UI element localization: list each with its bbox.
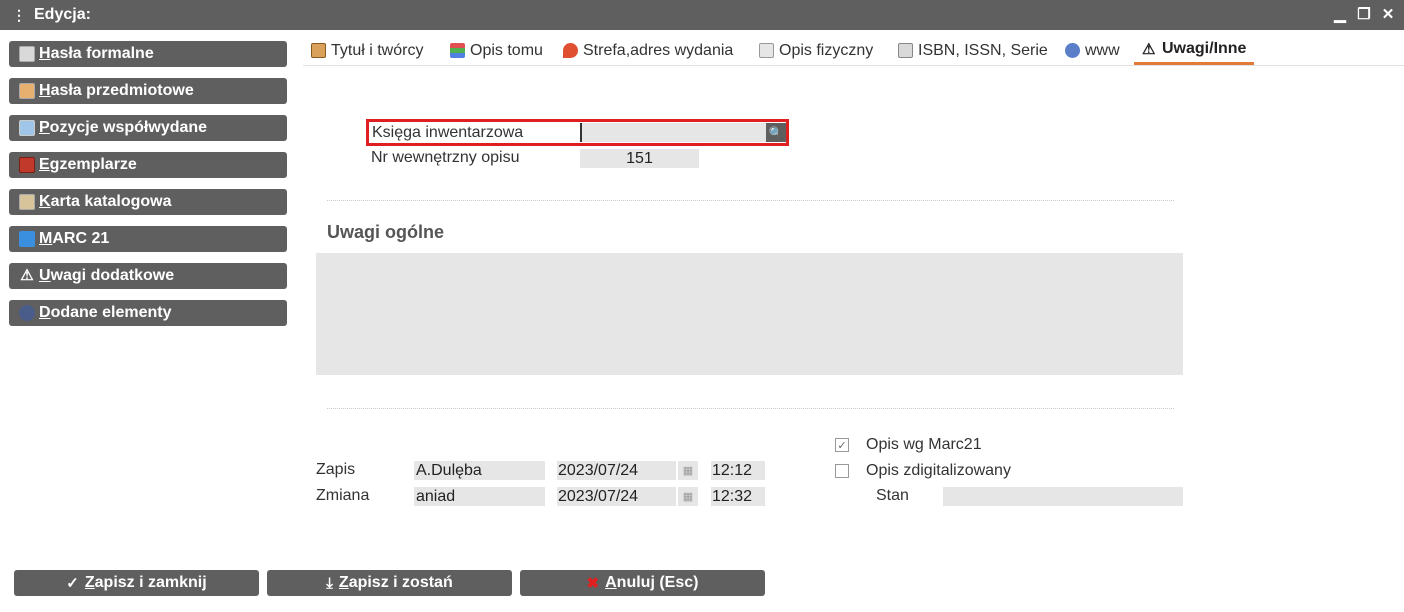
zapis-time-field[interactable]: 12:12: [711, 461, 765, 480]
tab-label: Opis tomu: [470, 41, 543, 59]
restore-icon[interactable]: ❐: [1356, 5, 1372, 23]
sidebar-item-uwagi-dodatkowe[interactable]: ⚠ Uwagi dodatkowe: [9, 263, 287, 289]
window-title: Edycja:: [34, 6, 91, 23]
tab-label: ISBN, ISSN, Serie: [918, 41, 1048, 59]
tab-label: Uwagi/Inne: [1162, 40, 1247, 57]
checkmark-icon: ✓: [66, 575, 79, 592]
tab-bar: Tytuł i twórcy Opis tomu Strefa,adres wy…: [303, 36, 1404, 66]
zmiana-label: Zmiana: [316, 487, 370, 504]
window-controls: ▁ ❐ ✕: [1332, 5, 1396, 23]
tab-strefa-adres-wydania[interactable]: Strefa,adres wydania: [563, 36, 733, 65]
tab-tytul-i-tworcy[interactable]: Tytuł i twórcy: [311, 36, 423, 65]
sidebar-item-hasla-formalne[interactable]: Hasła formalne: [9, 41, 287, 67]
sidebar-item-label: Uwagi dodatkowe: [39, 267, 175, 284]
calendar-icon[interactable]: ▦: [678, 461, 698, 480]
divider: [327, 200, 1174, 201]
save-stay-label: Zapisz i zostań: [338, 574, 453, 591]
tab-opis-fizyczny[interactable]: Opis fizyczny: [759, 36, 873, 65]
books-stack-icon: [450, 43, 465, 58]
red-book-icon: [19, 157, 35, 173]
cancel-button[interactable]: ✖ Anuluj (Esc): [520, 570, 765, 596]
opis-marc21-label: Opis wg Marc21: [866, 436, 982, 453]
cancel-x-icon: ✖: [586, 575, 600, 592]
book-icon: [898, 43, 913, 58]
tab-label: www: [1085, 41, 1120, 59]
uwagi-ogolne-textarea[interactable]: [316, 253, 1183, 375]
zapis-date-field[interactable]: 2023/07/24: [557, 461, 676, 480]
ksiega-inwentarzowa-input[interactable]: [580, 123, 766, 142]
save-close-button[interactable]: ✓ Zapisz i zamknij: [14, 570, 259, 596]
sidebar-item-hasla-przedmiotowe[interactable]: Hasła przedmiotowe: [9, 78, 287, 104]
sidebar-item-dodane-elementy[interactable]: Dodane elementy: [9, 300, 287, 326]
tab-label: Opis fizyczny: [779, 41, 874, 59]
tab-uwagi-inne[interactable]: ⚠ Uwagi/Inne: [1134, 36, 1255, 65]
zmiana-date-field[interactable]: 2023/07/24: [557, 487, 676, 506]
sidebar-item-label: MARC 21: [39, 230, 110, 247]
minimize-icon[interactable]: ▁: [1332, 5, 1348, 23]
window-menu-icon[interactable]: ⋮: [12, 7, 26, 24]
zmiana-user-field[interactable]: aniad: [414, 487, 545, 506]
sidebar-item-egzemplarze[interactable]: Egzemplarze: [9, 152, 287, 178]
zapis-label: Zapis: [316, 461, 356, 478]
zmiana-time-field[interactable]: 12:32: [711, 487, 765, 506]
close-icon[interactable]: ✕: [1380, 5, 1396, 23]
uwagi-ogolne-title: Uwagi ogólne: [327, 222, 444, 242]
tab-isbn-issn-serie[interactable]: ISBN, ISSN, Serie: [898, 36, 1048, 65]
book-icon: [19, 83, 35, 99]
sidebar-item-label: Pozycje współwydane: [39, 119, 208, 136]
document-icon: [759, 43, 774, 58]
sidebar-item-label: Karta katalogowa: [39, 193, 172, 210]
ksiega-inwentarzowa-label: Księga inwentarzowa: [372, 124, 524, 141]
marc-icon: [19, 231, 35, 247]
stan-field[interactable]: [943, 487, 1183, 506]
save-stay-button[interactable]: ⤓ Zapisz i zostań: [267, 570, 512, 596]
opis-marc21-checkbox[interactable]: ✓: [835, 438, 849, 452]
map-icon: [19, 120, 35, 136]
zapis-user-field[interactable]: A.Dulęba: [414, 461, 545, 480]
sidebar-item-label: Dodane elementy: [39, 304, 172, 321]
sidebar-item-karta-katalogowa[interactable]: Karta katalogowa: [9, 189, 287, 215]
window-titlebar: ⋮ Edycja: ▁ ❐ ✕: [0, 0, 1404, 30]
globe-icon: [1065, 43, 1080, 58]
sidebar-item-label: Hasła przedmiotowe: [39, 82, 194, 99]
sidebar: Hasła formalne Hasła przedmiotowe Pozycj…: [9, 41, 287, 337]
location-icon: [563, 43, 578, 58]
book-icon: [19, 46, 35, 62]
sidebar-item-pozycje-wspolwydane[interactable]: Pozycje współwydane: [9, 115, 287, 141]
calendar-icon[interactable]: ▦: [678, 487, 698, 506]
tab-opis-tomu[interactable]: Opis tomu: [450, 36, 543, 65]
opis-zdigitalizowany-checkbox[interactable]: [835, 464, 849, 478]
ksiega-inwentarzowa-row: Księga inwentarzowa 🔍: [366, 119, 789, 146]
tab-label: Tytuł i twórcy: [331, 41, 424, 59]
warning-icon: ⚠: [20, 267, 34, 284]
card-icon: [19, 194, 35, 210]
sidebar-item-marc21[interactable]: MARC 21: [9, 226, 287, 252]
tab-www[interactable]: www: [1065, 36, 1120, 65]
search-icon[interactable]: 🔍: [766, 123, 786, 142]
opis-zdigitalizowany-label: Opis zdigitalizowany: [866, 462, 1011, 479]
download-icon: ⤓: [326, 574, 333, 592]
stan-label: Stan: [876, 487, 909, 504]
divider: [327, 408, 1174, 409]
warning-icon: ⚠: [1142, 40, 1156, 58]
nr-wewnetrzny-value: 151: [580, 149, 699, 168]
cancel-label: Anuluj (Esc): [605, 574, 699, 591]
sidebar-item-label: Hasła formalne: [39, 45, 154, 62]
save-close-label: Zapisz i zamknij: [84, 574, 207, 591]
disc-icon: [19, 305, 35, 321]
tab-label: Strefa,adres wydania: [583, 41, 734, 59]
sidebar-item-label: Egzemplarze: [39, 156, 137, 173]
book-icon: [311, 43, 326, 58]
nr-wewnetrzny-label: Nr wewnętrzny opisu: [371, 149, 520, 166]
